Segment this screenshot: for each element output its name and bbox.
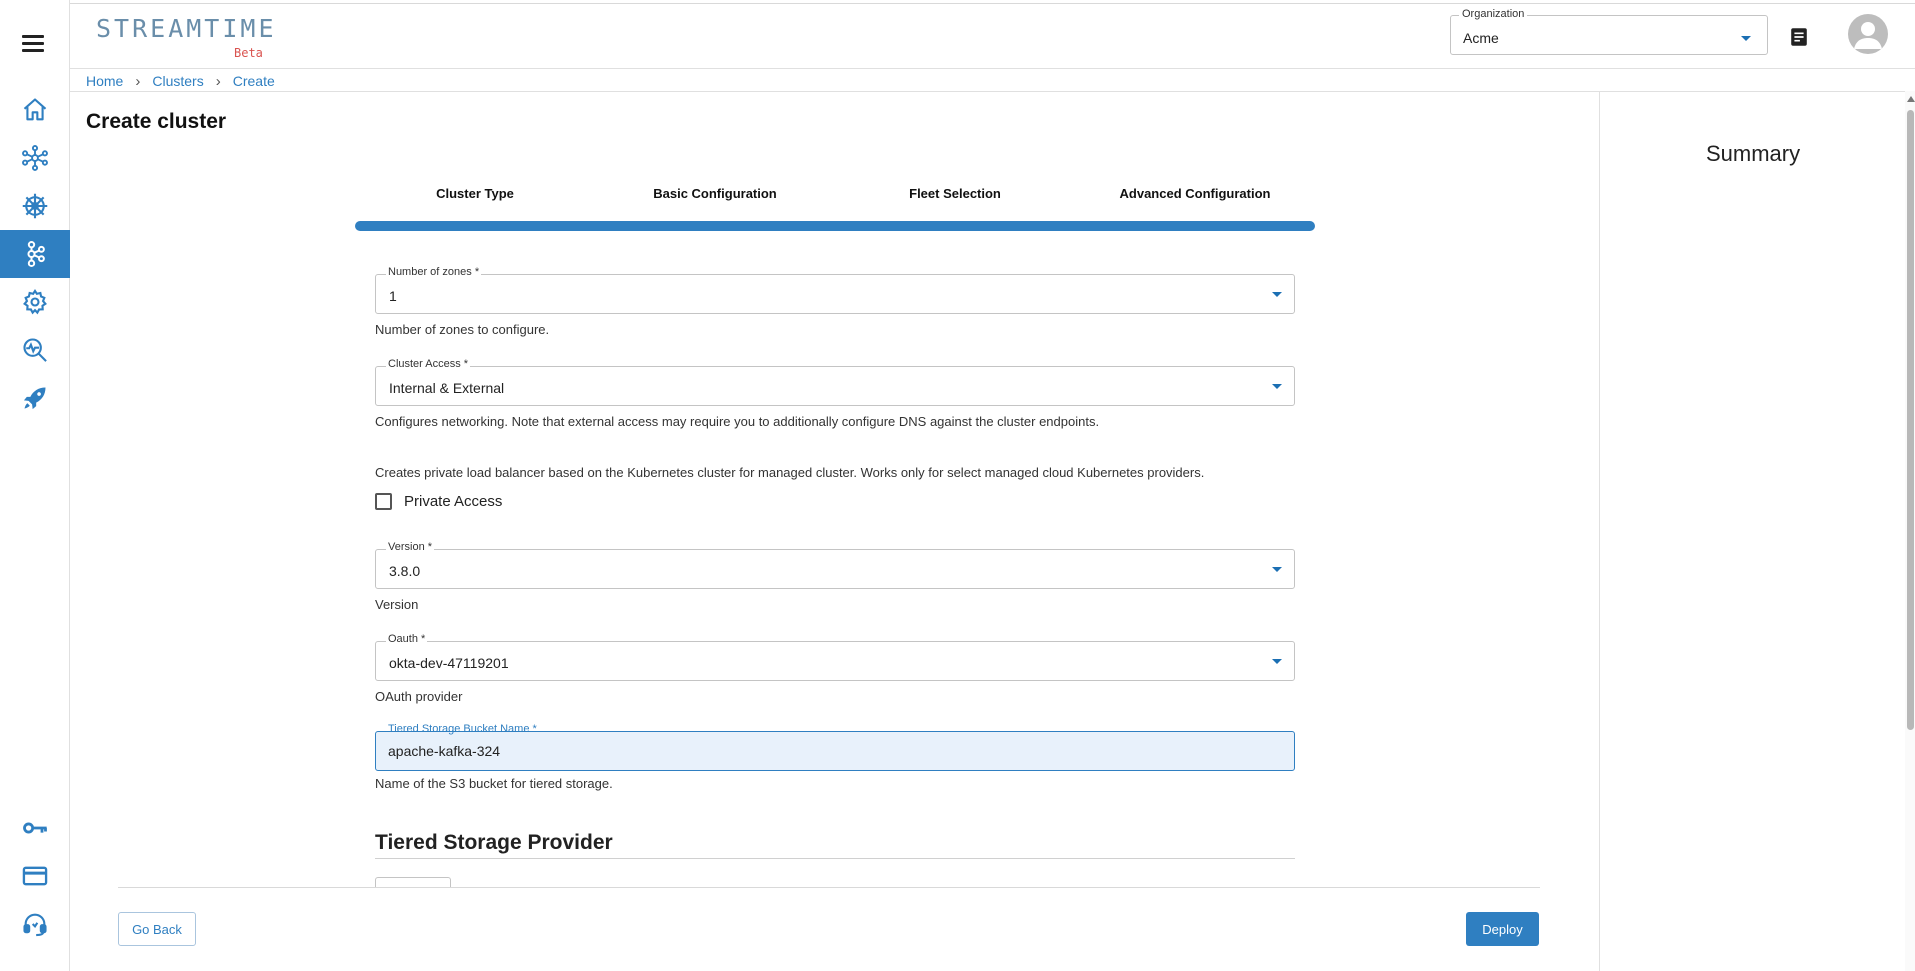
breadcrumb-home[interactable]: Home	[86, 73, 123, 89]
oauth-label: Oauth *	[386, 633, 428, 645]
stepper: Cluster Type Basic Configuration Fleet S…	[355, 186, 1315, 201]
chevron-right-icon: ›	[135, 72, 141, 90]
chevron-down-icon	[1272, 567, 1282, 572]
version-value: 3.8.0	[389, 563, 421, 579]
chevron-down-icon	[1272, 659, 1282, 664]
number-of-zones-label: Number of zones *	[386, 266, 482, 278]
oauth-select[interactable]: Oauth * okta-dev-47119201	[375, 633, 1295, 681]
scroll-up-arrow-icon[interactable]	[1907, 96, 1915, 102]
chevron-down-icon	[1272, 384, 1282, 389]
step-basic-configuration[interactable]: Basic Configuration	[595, 186, 835, 201]
number-of-zones-helper: Number of zones to configure.	[375, 322, 550, 337]
hamburger-menu-icon[interactable]	[19, 31, 49, 55]
tiered-storage-bucket-label: Tiered Storage Bucket Name *	[386, 723, 539, 735]
chevron-right-icon: ›	[215, 72, 221, 90]
kafka-icon[interactable]	[0, 230, 70, 278]
step-fleet-selection[interactable]: Fleet Selection	[835, 186, 1075, 201]
streamtime-logo[interactable]: STREAMTIME Beta	[96, 14, 277, 60]
step-advanced-configuration[interactable]: Advanced Configuration	[1075, 186, 1315, 201]
top-header: STREAMTIME Beta Organization Acme	[70, 4, 1915, 69]
cluster-access-select[interactable]: Cluster Access * Internal & External	[375, 358, 1295, 406]
tiered-storage-provider-heading: Tiered Storage Provider	[375, 831, 613, 854]
version-helper: Version	[375, 597, 419, 612]
breadcrumb-divider	[70, 91, 1915, 92]
actions-divider	[118, 887, 1540, 888]
private-access-checkbox-row[interactable]: Private Access	[375, 493, 502, 510]
version-label: Version *	[386, 541, 435, 553]
logo-text: STREAMTIME	[96, 14, 277, 43]
organization-value: Acme	[1463, 30, 1499, 46]
number-of-zones-value: 1	[389, 288, 397, 304]
document-icon[interactable]	[1788, 26, 1810, 48]
settings-gear-icon[interactable]	[0, 278, 70, 326]
organization-select[interactable]: Organization Acme	[1450, 8, 1768, 55]
cluster-network-icon[interactable]	[0, 134, 70, 182]
breadcrumb-clusters[interactable]: Clusters	[152, 73, 203, 89]
version-select[interactable]: Version * 3.8.0	[375, 541, 1295, 589]
helm-wheel-icon[interactable]	[0, 182, 70, 230]
step-cluster-type[interactable]: Cluster Type	[355, 186, 595, 201]
home-icon[interactable]	[0, 86, 70, 134]
page-title: Create cluster	[86, 110, 227, 133]
left-nav-rail	[0, 0, 70, 971]
monitor-search-icon[interactable]	[0, 326, 70, 374]
provider-option-card[interactable]	[375, 877, 451, 887]
breadcrumb-create[interactable]: Create	[233, 73, 275, 89]
tiered-storage-bucket-helper: Name of the S3 bucket for tiered storage…	[375, 776, 613, 791]
number-of-zones-select[interactable]: Number of zones * 1	[375, 266, 1295, 314]
support-headset-icon[interactable]	[0, 900, 70, 948]
deploy-button[interactable]: Deploy	[1466, 912, 1539, 946]
credit-card-icon[interactable]	[0, 852, 70, 900]
section-divider	[375, 858, 1295, 859]
cluster-access-value: Internal & External	[389, 380, 505, 396]
oauth-helper: OAuth provider	[375, 689, 463, 704]
summary-title: Summary	[1706, 141, 1801, 166]
cluster-access-label: Cluster Access *	[386, 358, 471, 370]
scrollbar-thumb[interactable]	[1907, 110, 1914, 730]
key-icon[interactable]	[0, 804, 70, 852]
oauth-value: okta-dev-47119201	[389, 655, 509, 671]
private-access-description: Creates private load balancer based on t…	[375, 465, 1205, 480]
beta-tag: Beta	[234, 46, 263, 60]
rocket-icon[interactable]	[0, 374, 70, 422]
chevron-down-icon	[1741, 36, 1751, 41]
breadcrumb: Home › Clusters › Create	[86, 70, 275, 92]
organization-label: Organization	[1459, 8, 1528, 20]
private-access-checkbox[interactable]	[375, 493, 392, 510]
chevron-down-icon	[1272, 292, 1282, 297]
tiered-storage-bucket-input[interactable]	[388, 743, 1268, 759]
go-back-button[interactable]: Go Back	[118, 912, 196, 946]
stepper-progress-bar	[355, 221, 1315, 231]
cluster-access-helper: Configures networking. Note that externa…	[375, 414, 1100, 429]
user-avatar-icon[interactable]	[1848, 14, 1888, 54]
private-access-label: Private Access	[404, 493, 503, 510]
tiered-storage-bucket-field[interactable]: Tiered Storage Bucket Name *	[375, 723, 1295, 771]
summary-divider	[1599, 91, 1600, 971]
